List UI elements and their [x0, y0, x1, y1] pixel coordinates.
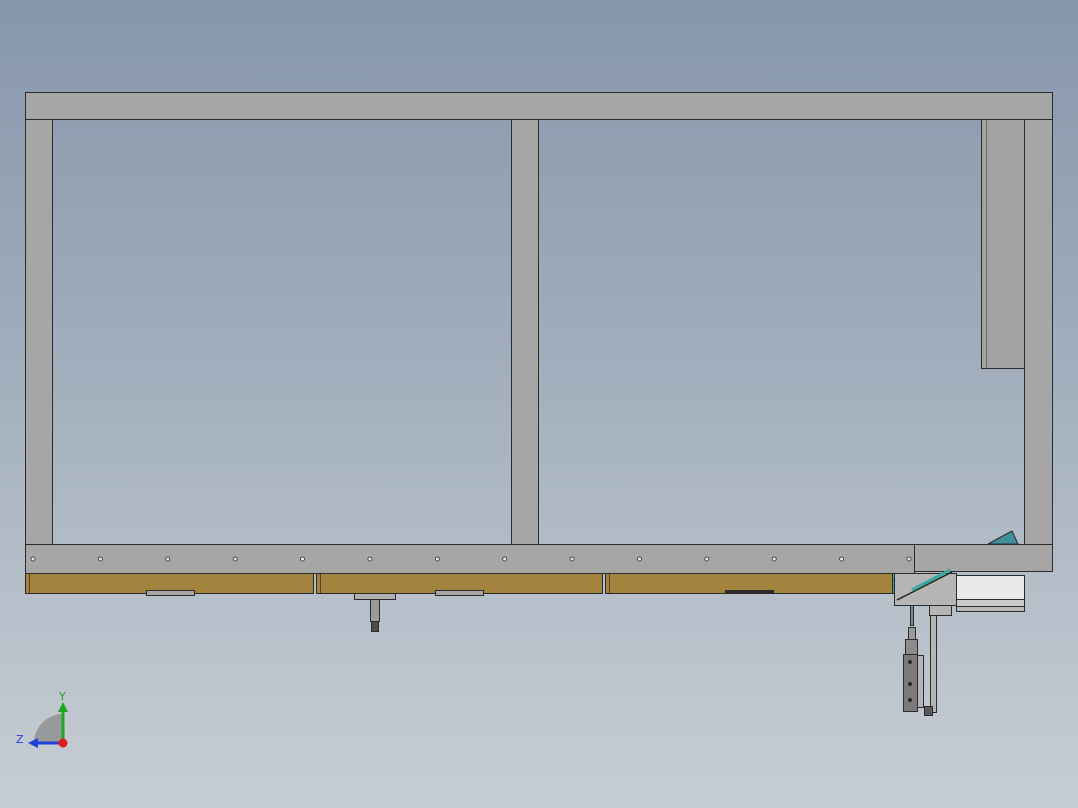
right-post: [1024, 119, 1053, 545]
plate-hole: [704, 556, 710, 562]
triad-arc-icon: [34, 714, 63, 743]
center-clamp: [354, 593, 396, 632]
right-inner-panel: [981, 119, 1025, 369]
left-post: [25, 119, 53, 545]
x-axis-dot-icon: [58, 738, 68, 748]
top-beam: [25, 92, 1053, 120]
z-axis-label: Z: [16, 733, 24, 746]
plate-hole: [839, 556, 844, 562]
plate-hole: [232, 556, 238, 562]
plate-hole: [906, 556, 912, 562]
plate-hole: [771, 556, 777, 562]
plate-hole: [300, 556, 305, 562]
wood-strip: [25, 573, 893, 596]
middle-post: [511, 119, 539, 545]
teal-bracket: [987, 530, 1019, 545]
right-mechanism: [892, 568, 1025, 716]
plate-hole: [165, 556, 171, 562]
plate-hole: [434, 556, 440, 562]
frame-assembly: [25, 92, 1053, 716]
plate-hole: [367, 556, 373, 562]
bottom-right-beam: [914, 544, 1053, 572]
plate-hole: [637, 556, 642, 562]
plate-hole: [30, 556, 36, 562]
cad-viewport[interactable]: Y Z: [0, 0, 1078, 808]
y-axis-label: Y: [58, 690, 66, 703]
plate-hole: [569, 556, 575, 562]
orientation-triad: Y Z: [16, 690, 68, 748]
plate-hole: [98, 556, 103, 562]
plate-hole: [502, 556, 508, 562]
bottom-plate: [25, 544, 915, 574]
